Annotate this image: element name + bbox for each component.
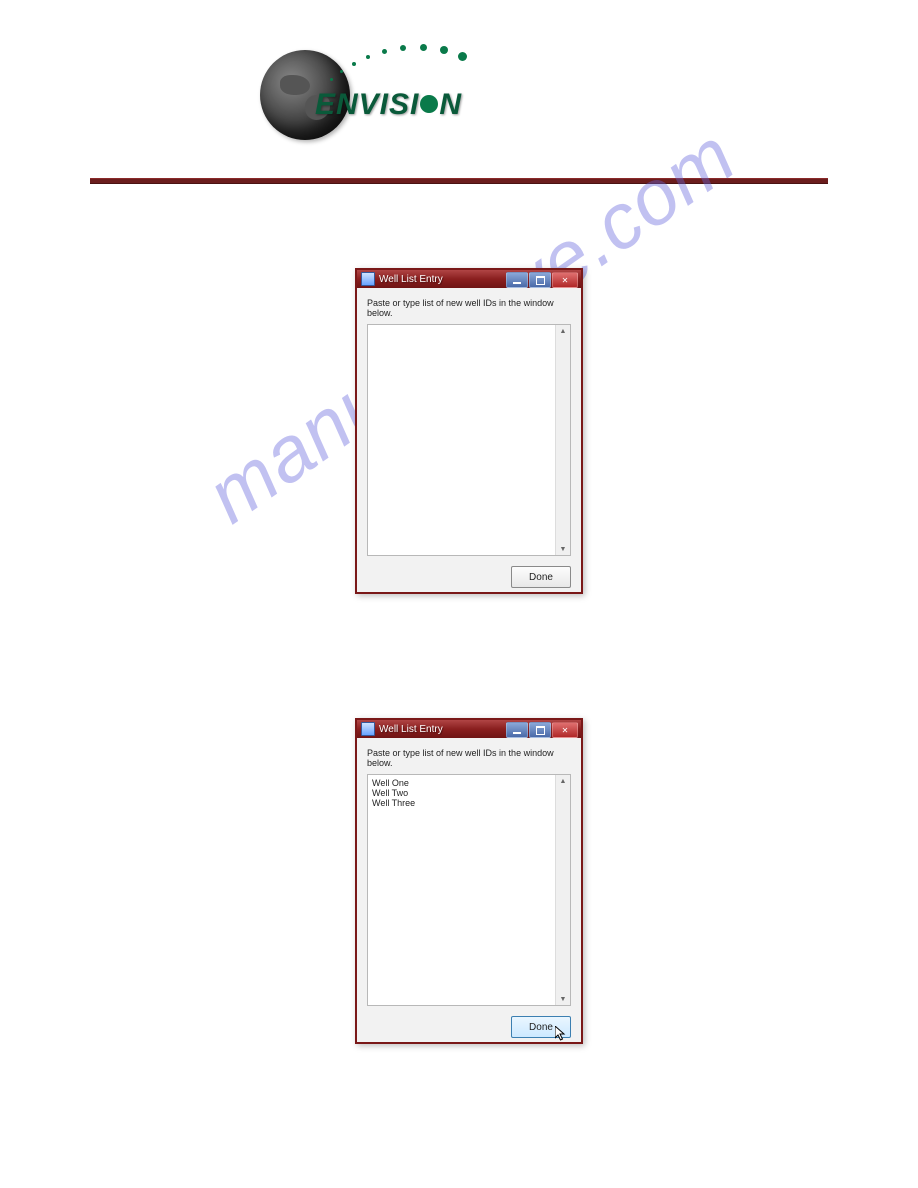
maximize-icon — [536, 276, 545, 285]
titlebar[interactable]: Well List Entry — [357, 270, 581, 288]
scrollbar[interactable]: ▲ ▼ — [555, 325, 570, 555]
minimize-button[interactable] — [506, 722, 528, 738]
logo-text: ENVISI N — [315, 88, 462, 122]
well-list-entry-dialog-2: Well List Entry Paste or type list of ne… — [355, 718, 583, 1044]
app-icon — [361, 272, 375, 286]
textarea-content: Well One Well Two Well Three — [368, 775, 555, 1005]
close-icon — [562, 726, 569, 735]
envision-logo: ENVISI N — [260, 40, 480, 150]
header-divider — [90, 178, 828, 184]
well-ids-textarea[interactable]: ▲ ▼ — [367, 324, 571, 556]
textarea-content — [368, 325, 555, 555]
scrollbar[interactable]: ▲ ▼ — [555, 775, 570, 1005]
minimize-icon — [513, 732, 521, 734]
well-list-entry-dialog-1: Well List Entry Paste or type list of ne… — [355, 268, 583, 594]
titlebar[interactable]: Well List Entry — [357, 720, 581, 738]
done-button[interactable]: Done — [511, 1016, 571, 1038]
logo-dot-icon — [420, 95, 438, 113]
maximize-button[interactable] — [529, 722, 551, 738]
scroll-up-icon[interactable]: ▲ — [558, 776, 568, 786]
close-button[interactable] — [552, 272, 578, 288]
scroll-down-icon[interactable]: ▼ — [558, 544, 568, 554]
minimize-icon — [513, 282, 521, 284]
minimize-button[interactable] — [506, 272, 528, 288]
brand-prefix: ENVISI — [315, 88, 419, 121]
instruction-label: Paste or type list of new well IDs in th… — [367, 298, 571, 318]
maximize-button[interactable] — [529, 272, 551, 288]
close-button[interactable] — [552, 722, 578, 738]
window-title: Well List Entry — [379, 724, 506, 735]
instruction-label: Paste or type list of new well IDs in th… — [367, 748, 571, 768]
app-icon — [361, 722, 375, 736]
done-button[interactable]: Done — [511, 566, 571, 588]
window-title: Well List Entry — [379, 274, 506, 285]
scroll-down-icon[interactable]: ▼ — [558, 994, 568, 1004]
scroll-up-icon[interactable]: ▲ — [558, 326, 568, 336]
well-ids-textarea[interactable]: Well One Well Two Well Three ▲ ▼ — [367, 774, 571, 1006]
close-icon — [562, 276, 569, 285]
maximize-icon — [536, 726, 545, 735]
dots-arc-icon — [330, 40, 470, 90]
brand-suffix: N — [439, 88, 462, 121]
